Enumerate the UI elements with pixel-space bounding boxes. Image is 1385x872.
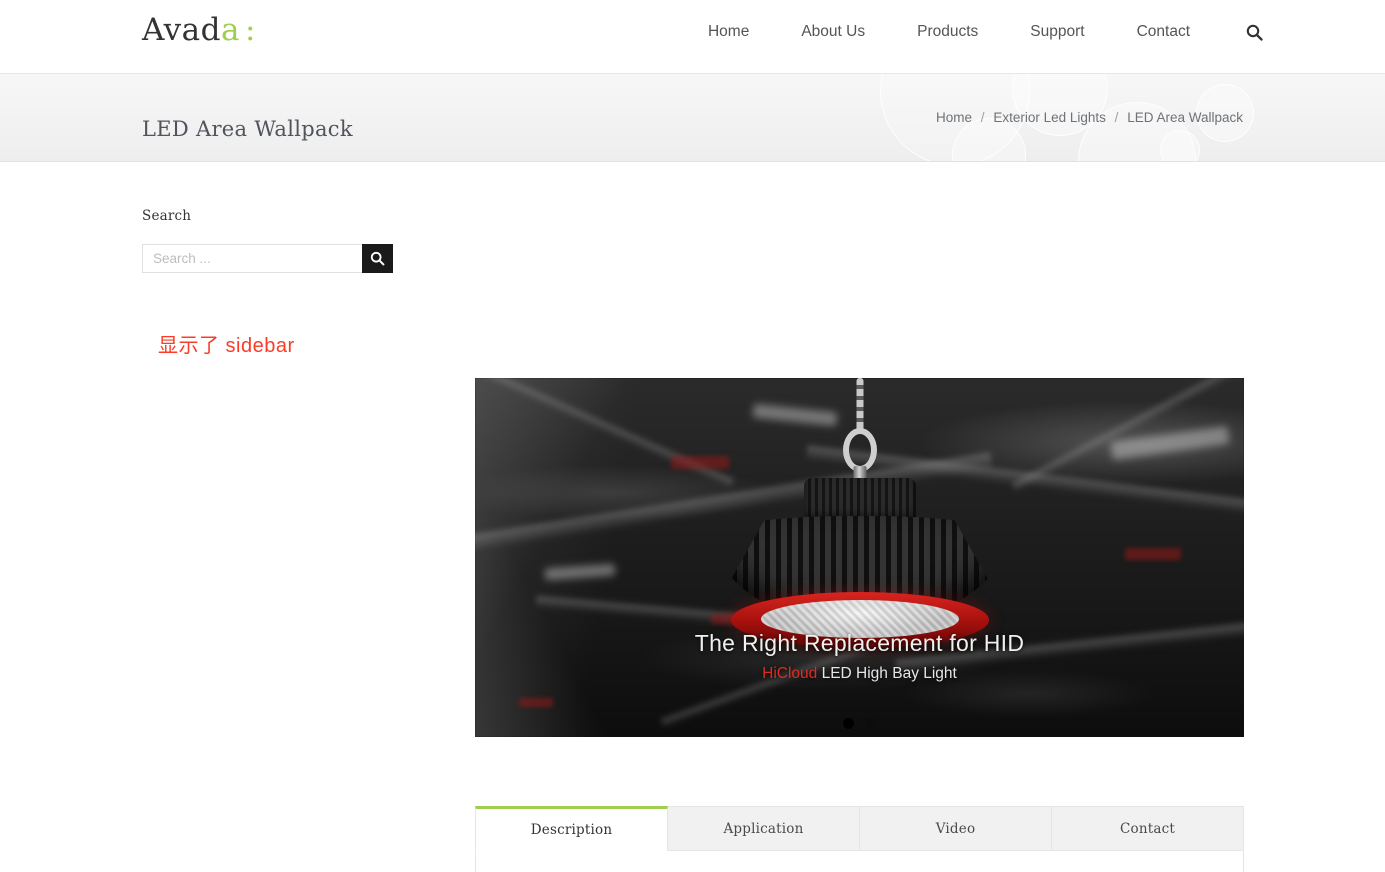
chain-icon	[856, 378, 863, 434]
breadcrumb-separator: /	[1114, 110, 1119, 125]
logo-text-accent: a	[220, 12, 240, 48]
logo-colon: :	[244, 12, 256, 48]
tab-list: Description Application Video Contact	[475, 806, 1244, 851]
nav-item-home[interactable]: Home	[682, 21, 775, 43]
breadcrumb-item-category[interactable]: Exterior Led Lights	[993, 110, 1106, 125]
tab-panel-description: Nirvana in Fire is a 2015 Chinese histor…	[475, 851, 1244, 872]
tab-contact[interactable]: Contact	[1052, 806, 1244, 851]
sidebar-note: 显示了 sidebar	[158, 335, 295, 357]
nav-item-about-us[interactable]: About Us	[775, 21, 891, 43]
slider-dot-1[interactable]	[843, 718, 854, 729]
page-title-bar: LED Area Wallpack Home / Exterior Led Li…	[0, 74, 1385, 162]
bokeh-circle-icon	[1160, 130, 1200, 161]
led-high-bay-light-product	[695, 378, 1025, 656]
tab-application[interactable]: Application	[668, 806, 860, 851]
tab-video[interactable]: Video	[860, 806, 1052, 851]
sidebar-search-form	[142, 244, 393, 273]
lamp-heatsink-top	[803, 478, 916, 522]
search-input[interactable]	[142, 244, 362, 273]
tab-description[interactable]: Description	[475, 806, 668, 851]
search-icon	[370, 251, 385, 266]
logo-text-prefix: Avad	[142, 12, 221, 48]
search-widget-title: Search	[142, 208, 192, 224]
search-submit-button[interactable]	[362, 244, 393, 273]
nav-item-support[interactable]: Support	[1004, 21, 1110, 43]
page-title: LED Area Wallpack	[142, 117, 353, 142]
site-logo[interactable]: Avada:	[142, 12, 256, 48]
bokeh-circle-icon	[1012, 74, 1108, 136]
main-navigation: Home About Us Products Support Contact	[682, 21, 1263, 43]
nav-item-contact[interactable]: Contact	[1111, 21, 1216, 43]
breadcrumb-separator: /	[980, 110, 985, 125]
slider-dot-2[interactable]	[865, 718, 876, 729]
main-content: Search 显示了 sidebar	[0, 162, 1385, 872]
breadcrumb-item-current: LED Area Wallpack	[1127, 110, 1243, 125]
nav-item-products[interactable]: Products	[891, 21, 1004, 43]
background-red-fixture	[1125, 548, 1181, 560]
product-column: The Right Replacement for HID HiCloud LE…	[475, 162, 1244, 872]
breadcrumb-item-home[interactable]: Home	[936, 110, 972, 125]
sidebar: Search 显示了 sidebar	[142, 208, 394, 358]
search-icon[interactable]	[1216, 24, 1263, 41]
site-header: Avada: Home About Us Products Support Co…	[0, 0, 1385, 74]
product-tabs: Description Application Video Contact Ni…	[475, 806, 1244, 872]
background-red-fixture	[519, 698, 553, 707]
breadcrumb: Home / Exterior Led Lights / LED Area Wa…	[936, 110, 1243, 125]
lamp-lens	[760, 600, 959, 638]
slider-pagination	[475, 718, 1244, 729]
product-image-slider[interactable]: The Right Replacement for HID HiCloud LE…	[475, 378, 1244, 737]
